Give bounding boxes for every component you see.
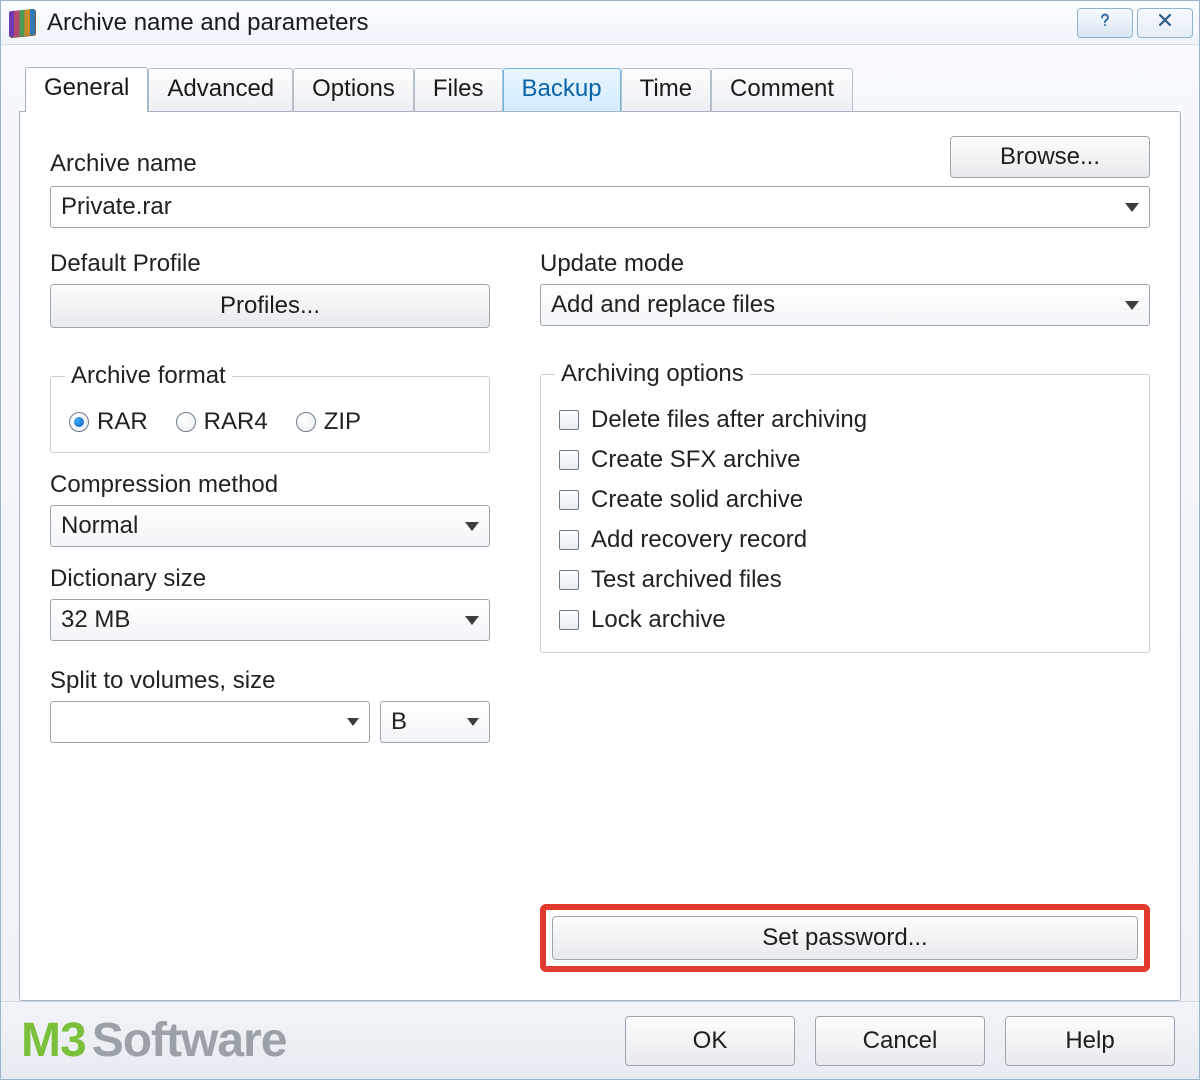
archive-format-legend: Archive format: [65, 362, 232, 390]
radio-label: RAR4: [204, 408, 268, 436]
dictionary-size-label: Dictionary size: [50, 565, 490, 593]
check-label: Lock archive: [591, 606, 726, 634]
tab-backup[interactable]: Backup: [503, 68, 621, 111]
tabstrip: General Advanced Options Files Backup Ti…: [19, 65, 1181, 111]
browse-button[interactable]: Browse...: [950, 136, 1150, 178]
archive-name-combo[interactable]: Private.rar: [50, 186, 1150, 228]
tab-options[interactable]: Options: [293, 68, 414, 111]
close-icon: [1155, 9, 1175, 37]
check-label: Delete files after archiving: [591, 406, 867, 434]
compression-method-select[interactable]: Normal: [50, 505, 490, 547]
check-label: Create solid archive: [591, 486, 803, 514]
watermark-brand: M3: [21, 1013, 86, 1068]
chevron-down-icon: [467, 718, 479, 726]
tab-comment[interactable]: Comment: [711, 68, 853, 111]
button-label: Browse...: [1000, 143, 1100, 170]
tab-advanced[interactable]: Advanced: [148, 68, 293, 111]
button-label: Help: [1065, 1027, 1114, 1054]
watermark-word: Software: [92, 1013, 287, 1068]
help-icon: [1095, 9, 1115, 37]
button-label: Cancel: [863, 1027, 938, 1054]
checkbox-icon: [559, 410, 579, 430]
checkbox-icon: [559, 490, 579, 510]
button-label: OK: [693, 1027, 728, 1054]
check-delete-after[interactable]: Delete files after archiving: [559, 406, 1131, 434]
select-value: Normal: [61, 512, 138, 540]
client-area: General Advanced Options Files Backup Ti…: [1, 45, 1199, 1001]
checkbox-icon: [559, 450, 579, 470]
cancel-button[interactable]: Cancel: [815, 1016, 985, 1066]
button-label: Set password...: [762, 924, 927, 951]
check-recovery-record[interactable]: Add recovery record: [559, 526, 1131, 554]
split-size-combo[interactable]: [50, 701, 370, 743]
titlebar: Archive name and parameters: [1, 1, 1199, 45]
radio-rar[interactable]: RAR: [69, 408, 148, 436]
chevron-down-icon: [347, 718, 359, 726]
check-label: Add recovery record: [591, 526, 807, 554]
archiving-options-legend: Archiving options: [555, 360, 750, 388]
checkbox-icon: [559, 610, 579, 630]
tab-time[interactable]: Time: [621, 68, 711, 111]
tab-pane-general: Archive name Browse... Private.rar Defau…: [19, 111, 1181, 1001]
window-title: Archive name and parameters: [47, 9, 369, 37]
radio-icon: [69, 412, 89, 432]
set-password-highlight: Set password...: [540, 904, 1150, 972]
archive-format-group: Archive format RAR RAR4: [50, 362, 490, 453]
radio-zip[interactable]: ZIP: [296, 408, 361, 436]
archiving-options-group: Archiving options Delete files after arc…: [540, 360, 1150, 653]
checkbox-icon: [559, 570, 579, 590]
dialog-window: Archive name and parameters General Adva…: [0, 0, 1200, 1080]
tab-label: Comment: [730, 75, 834, 102]
chevron-down-icon: [1125, 301, 1139, 310]
tab-label: General: [44, 74, 129, 101]
button-label: Profiles...: [220, 292, 320, 319]
split-volumes-label: Split to volumes, size: [50, 667, 490, 695]
tab-label: Files: [433, 75, 484, 102]
checkbox-icon: [559, 530, 579, 550]
winrar-app-icon: [7, 8, 37, 38]
titlebar-help-button[interactable]: [1077, 8, 1133, 38]
chevron-down-icon: [465, 616, 479, 625]
select-value: Add and replace files: [551, 291, 775, 319]
check-label: Create SFX archive: [591, 446, 800, 474]
check-create-solid[interactable]: Create solid archive: [559, 486, 1131, 514]
check-create-sfx[interactable]: Create SFX archive: [559, 446, 1131, 474]
radio-label: RAR: [97, 408, 148, 436]
tab-label: Options: [312, 75, 395, 102]
tab-general[interactable]: General: [25, 67, 148, 112]
set-password-button[interactable]: Set password...: [552, 916, 1138, 960]
archive-name-label: Archive name: [50, 150, 197, 178]
compression-method-label: Compression method: [50, 471, 490, 499]
check-lock-archive[interactable]: Lock archive: [559, 606, 1131, 634]
tab-label: Time: [640, 75, 692, 102]
select-value: B: [391, 708, 407, 736]
radio-rar4[interactable]: RAR4: [176, 408, 268, 436]
profiles-button[interactable]: Profiles...: [50, 284, 490, 328]
dialog-footer: M3 Software OK Cancel Help: [1, 1001, 1199, 1079]
ok-button[interactable]: OK: [625, 1016, 795, 1066]
tab-files[interactable]: Files: [414, 68, 503, 111]
archive-name-value: Private.rar: [61, 193, 172, 221]
radio-icon: [176, 412, 196, 432]
watermark-logo: M3 Software: [21, 1013, 286, 1068]
select-value: 32 MB: [61, 606, 130, 634]
check-test-archived[interactable]: Test archived files: [559, 566, 1131, 594]
check-label: Test archived files: [591, 566, 782, 594]
chevron-down-icon: [465, 522, 479, 531]
help-button[interactable]: Help: [1005, 1016, 1175, 1066]
titlebar-close-button[interactable]: [1137, 8, 1193, 38]
split-unit-select[interactable]: B: [380, 701, 490, 743]
default-profile-label: Default Profile: [50, 250, 490, 278]
tab-label: Advanced: [167, 75, 274, 102]
dictionary-size-select[interactable]: 32 MB: [50, 599, 490, 641]
chevron-down-icon: [1125, 203, 1139, 212]
radio-label: ZIP: [324, 408, 361, 436]
radio-icon: [296, 412, 316, 432]
update-mode-label: Update mode: [540, 250, 1150, 278]
tab-label: Backup: [522, 75, 602, 102]
update-mode-select[interactable]: Add and replace files: [540, 284, 1150, 326]
